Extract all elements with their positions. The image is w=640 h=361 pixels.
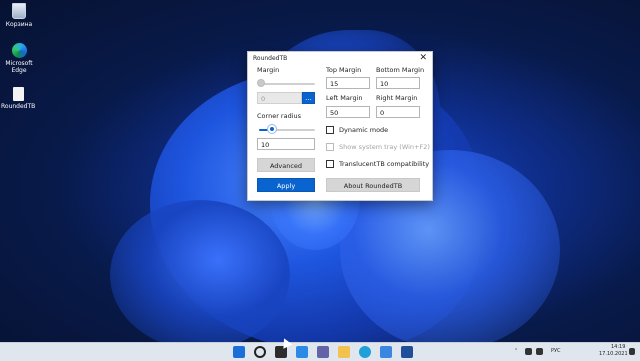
- edge-icon: [11, 43, 27, 58]
- top-margin-input[interactable]: 15: [326, 77, 370, 89]
- notification-icon[interactable]: [629, 348, 635, 355]
- window-titlebar[interactable]: RoundedTB ✕: [248, 52, 432, 66]
- dynamic-mode-checkbox[interactable]: [326, 126, 334, 134]
- desktop-icon-roundedtb[interactable]: RoundedTB: [1, 87, 35, 110]
- desktop-icon-label: Microsoft Edge: [5, 60, 33, 74]
- volume-icon[interactable]: [536, 348, 543, 355]
- taskbar: ⌃ РУС 14:19 17.10.2021: [0, 342, 640, 361]
- translucenttb-checkbox[interactable]: [326, 160, 334, 168]
- margin-more-button[interactable]: ...: [302, 92, 315, 104]
- wallpaper-bloom: [110, 200, 290, 342]
- desktop-icon-recycle-bin[interactable]: Корзина: [2, 3, 36, 28]
- right-margin-label: Right Margin: [376, 94, 418, 102]
- close-icon[interactable]: ✕: [419, 53, 427, 63]
- apply-button[interactable]: Apply: [257, 178, 315, 192]
- widgets-icon[interactable]: [296, 346, 308, 358]
- language-indicator[interactable]: РУС: [551, 348, 561, 354]
- start-icon[interactable]: [233, 346, 245, 358]
- network-icon[interactable]: [525, 348, 532, 355]
- margin-slider[interactable]: [259, 83, 315, 85]
- margin-input[interactable]: 0: [257, 92, 302, 104]
- show-tray-checkbox[interactable]: [326, 143, 334, 151]
- store-icon[interactable]: [380, 346, 392, 358]
- right-margin-input[interactable]: 0: [376, 106, 420, 118]
- left-margin-label: Left Margin: [326, 94, 363, 102]
- top-margin-label: Top Margin: [326, 66, 362, 74]
- left-margin-input[interactable]: 50: [326, 106, 370, 118]
- desktop-icon-edge[interactable]: Microsoft Edge: [2, 43, 36, 74]
- corner-radius-label: Corner radius: [257, 112, 302, 120]
- search-icon[interactable]: [254, 346, 266, 358]
- translucenttb-label: TranslucentTB compatibility: [339, 160, 430, 168]
- bottom-margin-input[interactable]: 10: [376, 77, 420, 89]
- show-tray-label: Show system tray (Win+F2): [339, 143, 430, 151]
- file-icon: [12, 87, 24, 101]
- clock-date[interactable]: 17.10.2021: [599, 351, 628, 357]
- dynamic-mode-label: Dynamic mode: [339, 126, 389, 134]
- edge-icon[interactable]: [359, 346, 371, 358]
- recycle-bin-icon: [12, 3, 26, 19]
- desktop-icon-label: Корзина: [5, 21, 33, 28]
- bottom-margin-label: Bottom Margin: [376, 66, 425, 74]
- desktop-icon-label: RoundedTB: [1, 103, 36, 110]
- file-explorer-icon[interactable]: [338, 346, 350, 358]
- chat-icon[interactable]: [317, 346, 329, 358]
- advanced-button[interactable]: Advanced: [257, 158, 315, 172]
- window-title: RoundedTB: [253, 55, 288, 62]
- about-button[interactable]: About RoundedTB: [326, 178, 420, 192]
- app-icon[interactable]: [401, 346, 413, 358]
- tray-chevron-icon[interactable]: ⌃: [514, 348, 518, 354]
- corner-radius-input[interactable]: 10: [257, 138, 315, 150]
- margin-label: Margin: [257, 66, 280, 74]
- margin-slider-thumb[interactable]: [257, 79, 265, 87]
- clock-time[interactable]: 14:19: [611, 344, 625, 350]
- corner-radius-slider-thumb[interactable]: [268, 125, 276, 133]
